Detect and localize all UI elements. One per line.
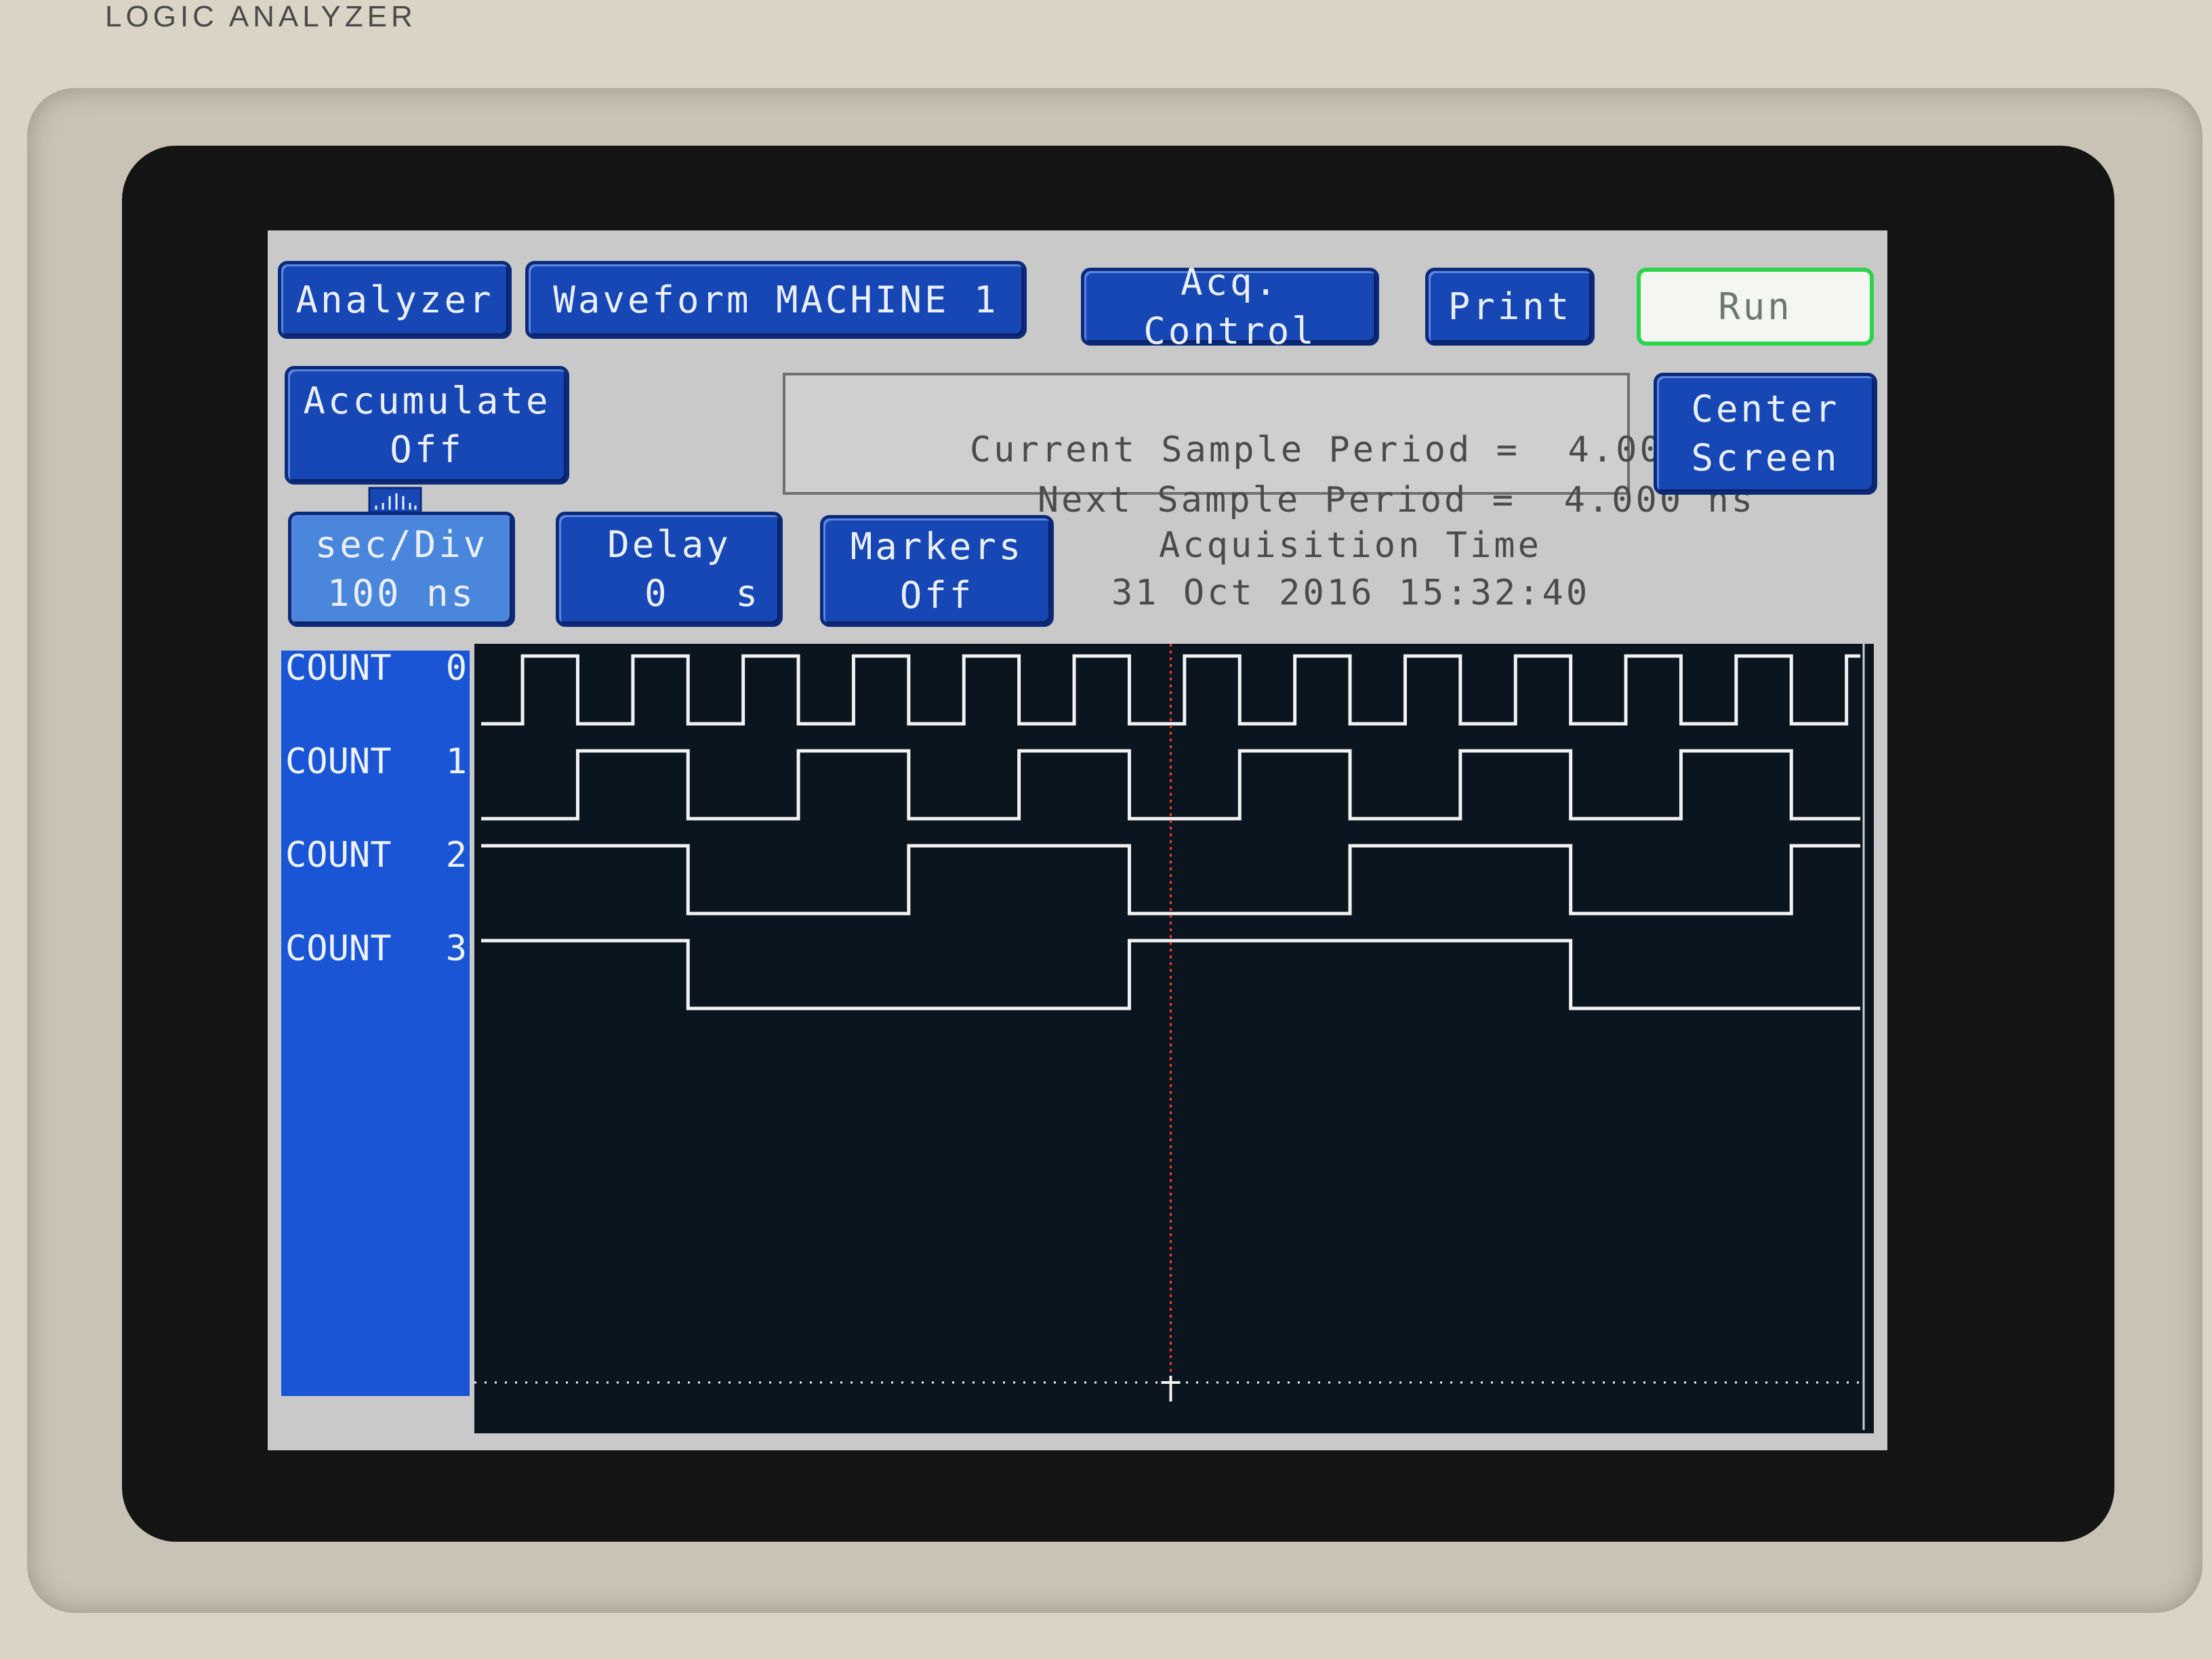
waveform-machine-button[interactable]: Waveform MACHINE 1 <box>525 261 1027 339</box>
accumulate-value: Off <box>390 428 464 471</box>
channel-label[interactable]: COUNT 3 <box>281 928 470 969</box>
analyzer-button-label: Analyzer <box>295 278 494 321</box>
channel-bit: 1 <box>445 741 467 782</box>
sample-period-panel: Current Sample Period = 4.000 ns Next Sa… <box>783 373 1757 520</box>
waveform-machine-label: Waveform MACHINE 1 <box>553 278 999 321</box>
sec-div-label: sec/Div <box>314 523 489 566</box>
acquisition-time-label: Acquisition Time <box>1159 525 1542 566</box>
sec-div-value: 100 ns <box>327 572 476 615</box>
channel-name: COUNT <box>285 835 392 876</box>
delay-value: 0 <box>644 572 670 615</box>
run-button[interactable]: Run <box>1637 268 1874 346</box>
markers-button[interactable]: Markers Off <box>820 515 1054 627</box>
center-screen-label-1: Center <box>1691 388 1840 430</box>
delay-label: Delay <box>607 523 731 566</box>
acquisition-timestamp: 31 Oct 2016 15:32:40 <box>1111 573 1591 613</box>
accumulate-label: Accumulate <box>303 379 551 422</box>
markers-value: Off <box>899 573 975 617</box>
acq-control-label: Acq. Control <box>1143 260 1317 352</box>
analyzer-button[interactable]: Analyzer <box>278 261 512 339</box>
analyzer-screen: Analyzer Waveform MACHINE 1 Acq. Control… <box>268 230 1887 1450</box>
waveform-svg <box>474 644 1865 1430</box>
markers-label: Markers <box>850 525 1024 568</box>
print-button[interactable]: Print <box>1425 268 1595 346</box>
print-button-label: Print <box>1448 285 1572 328</box>
channel-bit: 0 <box>445 648 467 689</box>
ruler-icon <box>368 487 422 514</box>
center-screen-button[interactable]: Center Screen <box>1654 373 1877 495</box>
channel-name: COUNT <box>285 741 392 782</box>
acq-control-button[interactable]: Acq. Control <box>1081 261 1379 352</box>
channel-name: COUNT <box>285 928 392 969</box>
channel-bit: 3 <box>445 928 467 969</box>
run-button-label: Run <box>1718 285 1793 328</box>
waveform-display[interactable] <box>474 644 1874 1433</box>
accumulate-button[interactable]: Accumulate Off <box>285 366 569 485</box>
channel-label[interactable]: COUNT 1 <box>281 741 470 782</box>
trigger-marker-icon <box>1161 1376 1181 1401</box>
channel-label[interactable]: COUNT 0 <box>281 648 470 689</box>
delay-button[interactable]: Delay 0 s <box>556 512 783 627</box>
channel-label[interactable]: COUNT 2 <box>281 835 470 876</box>
device-brand-label: LOGIC ANALYZER <box>105 0 417 33</box>
sec-div-button[interactable]: sec/Div 100 ns <box>288 512 515 627</box>
channel-labels-panel: COUNT 0 COUNT 1 COUNT 2 COUNT 3 <box>281 648 470 1396</box>
channel-bit: 2 <box>445 835 467 876</box>
center-screen-label-2: Screen <box>1691 436 1840 479</box>
delay-unit: s <box>735 572 760 615</box>
next-sample-period-label: Next Sample Period = <box>1037 480 1516 520</box>
channel-name: COUNT <box>285 648 392 689</box>
